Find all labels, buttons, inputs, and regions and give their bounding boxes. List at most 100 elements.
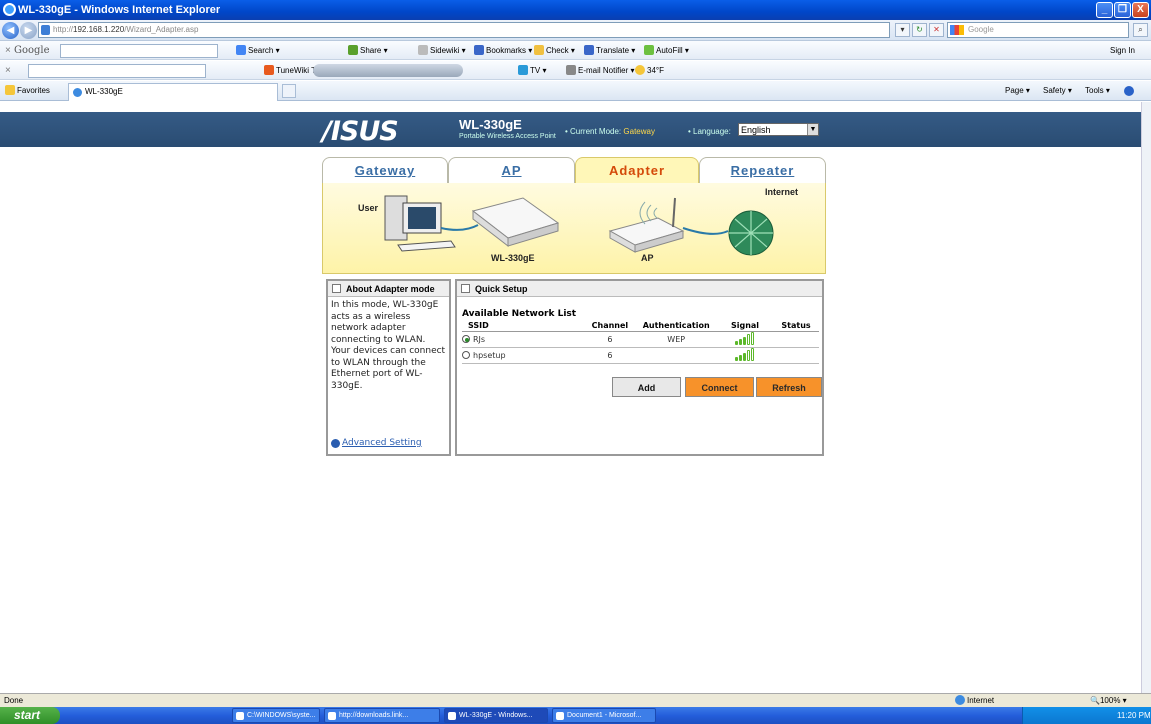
status-cell — [773, 347, 819, 364]
google-toolbar: × Google Search ▾ Share ▾ Sidewiki ▾ Boo… — [0, 41, 1151, 60]
ie-icon — [73, 88, 82, 97]
url-path: /Wizard_Adapter.asp — [124, 25, 199, 34]
tb-tv[interactable]: TV ▾ — [518, 61, 546, 80]
media-player-control[interactable] — [313, 64, 463, 77]
about-title: About Adapter mode — [346, 284, 435, 294]
url-input[interactable]: http://192.168.1.220/Wizard_Adapter.asp — [38, 22, 890, 38]
language-select[interactable]: English ▼ — [738, 123, 819, 136]
tab-repeater[interactable]: Repeater — [699, 157, 826, 184]
quick-launch[interactable] — [80, 710, 220, 721]
refresh-icon[interactable]: ↻ — [912, 23, 927, 37]
search-placeholder: Google — [968, 25, 994, 34]
browser-tab[interactable]: WL-330gE — [68, 83, 278, 101]
minimize-button[interactable]: _ — [1096, 2, 1113, 18]
connect-button[interactable]: Connect — [685, 377, 754, 397]
new-tab-button[interactable] — [282, 84, 296, 98]
tb-translate[interactable]: Translate ▾ — [584, 41, 635, 60]
network-radio[interactable] — [462, 334, 470, 343]
url-prefix: http:// — [53, 25, 74, 34]
quick-setup-panel: Quick Setup Available Network List SSID … — [455, 279, 824, 456]
col-signal: Signal — [716, 320, 774, 332]
favorites-bar: Favorites WL-330gE Page ▾ Safety ▾ Tools… — [0, 81, 1151, 101]
tab-gateway[interactable]: Gateway — [322, 157, 448, 184]
language-value: English — [741, 125, 771, 135]
taskbar-item[interactable]: Document1 - Microsof... — [552, 708, 656, 723]
url-dropdown-button[interactable]: ▾ — [895, 23, 910, 37]
about-description: In this mode, WL-330gE acts as a wireles… — [331, 300, 446, 391]
sign-in-link[interactable]: Sign In — [1110, 41, 1135, 60]
tb-share[interactable]: Share ▾ — [348, 41, 388, 60]
ssid-cell[interactable]: hpsetup — [462, 347, 585, 364]
wl330ge-device-icon — [471, 197, 560, 248]
taskbar-item[interactable]: WL-330gE - Windows... — [444, 708, 548, 723]
tools-menu[interactable]: Tools ▾ — [1085, 81, 1110, 101]
auth-cell — [635, 347, 717, 364]
col-authentication: Authentication — [635, 320, 717, 332]
language-label: • Language: — [688, 127, 731, 136]
search-icon[interactable]: ⌕ — [1133, 23, 1148, 37]
vertical-scrollbar[interactable] — [1141, 102, 1151, 693]
col-status: Status — [773, 320, 819, 332]
forward-button[interactable]: ▶ — [20, 22, 37, 39]
tb-bookmarks[interactable]: Bookmarks ▾ — [474, 41, 532, 60]
window-titlebar: WL-330gE - Windows Internet Explorer _ ❐… — [0, 0, 1151, 20]
router-banner: /ISUS WL-330gE Portable Wireless Access … — [0, 112, 1141, 147]
favorites-button[interactable]: Favorites — [5, 81, 50, 101]
network-diagram-graphic — [384, 195, 774, 256]
ie-icon — [3, 3, 16, 16]
tb-sidewiki[interactable]: Sidewiki ▾ — [418, 41, 466, 60]
tb-check[interactable]: Check ▾ — [534, 41, 575, 60]
web-search-input[interactable]: Google — [947, 22, 1129, 38]
network-radio[interactable] — [462, 350, 470, 359]
stop-icon[interactable]: ✕ — [929, 23, 944, 37]
channel-cell: 6 — [584, 331, 636, 348]
url-host: 192.168.1.220 — [73, 25, 125, 34]
table-row[interactable]: RJs 6 WEP — [462, 331, 819, 348]
taskbar-item[interactable]: http://downloads.link... — [324, 708, 440, 723]
help-icon[interactable] — [1124, 86, 1134, 96]
toolbar-search-input[interactable] — [28, 64, 206, 78]
google-icon — [950, 25, 964, 35]
quick-setup-title: Quick Setup — [475, 284, 528, 294]
start-button[interactable]: start — [0, 707, 60, 724]
safety-menu[interactable]: Safety ▾ — [1043, 81, 1072, 101]
status-cell — [773, 331, 819, 348]
tb-email-notifier[interactable]: E-mail Notifier ▾ — [566, 61, 634, 80]
close-button[interactable]: X — [1132, 2, 1149, 18]
model-subtitle: Portable Wireless Access Point — [459, 133, 556, 140]
advanced-setting-link[interactable]: Advanced Setting — [331, 438, 422, 448]
maximize-button[interactable]: ❐ — [1114, 2, 1131, 18]
panel-icon — [332, 284, 341, 293]
network-table: SSID Channel Authentication Signal Statu… — [462, 320, 819, 364]
cable-line — [682, 227, 729, 235]
page-menu[interactable]: Page ▾ — [1005, 81, 1030, 101]
auth-cell: WEP — [635, 331, 717, 348]
signal-cell — [716, 331, 774, 348]
refresh-button[interactable]: Refresh — [756, 377, 822, 397]
col-ssid: SSID — [462, 320, 585, 332]
back-button[interactable]: ◀ — [2, 22, 19, 39]
window-title: WL-330gE - Windows Internet Explorer — [18, 4, 221, 16]
signal-strength-icon — [735, 331, 755, 347]
close-toolbar-icon[interactable]: × — [5, 41, 11, 60]
system-tray: 11:20 PM — [1022, 707, 1151, 724]
ssid-cell[interactable]: RJs — [462, 331, 585, 348]
computer-icon — [384, 195, 456, 252]
tab-adapter[interactable]: Adapter — [575, 157, 699, 184]
add-button[interactable]: Add — [612, 377, 681, 397]
about-panel-header: About Adapter mode — [328, 281, 449, 297]
close-toolbar-icon[interactable]: × — [5, 61, 11, 80]
google-brand: Google — [14, 45, 50, 56]
panel-icon — [461, 284, 470, 293]
signal-cell — [716, 347, 774, 364]
status-bar: Done Internet 🔍100% ▾ — [0, 693, 1151, 707]
tb-search[interactable]: Search ▾ — [236, 41, 280, 60]
taskbar-item[interactable]: C:\WINDOWS\syste... — [232, 708, 320, 723]
zoom-level[interactable]: 🔍100% ▾ — [1090, 694, 1127, 707]
status-text: Done — [4, 696, 24, 705]
tb-autofill[interactable]: AutoFill ▾ — [644, 41, 689, 60]
tb-weather[interactable]: 34°F — [635, 61, 664, 80]
table-row[interactable]: hpsetup 6 — [462, 347, 819, 364]
tab-ap[interactable]: AP — [448, 157, 575, 184]
google-search-input[interactable] — [60, 44, 218, 58]
